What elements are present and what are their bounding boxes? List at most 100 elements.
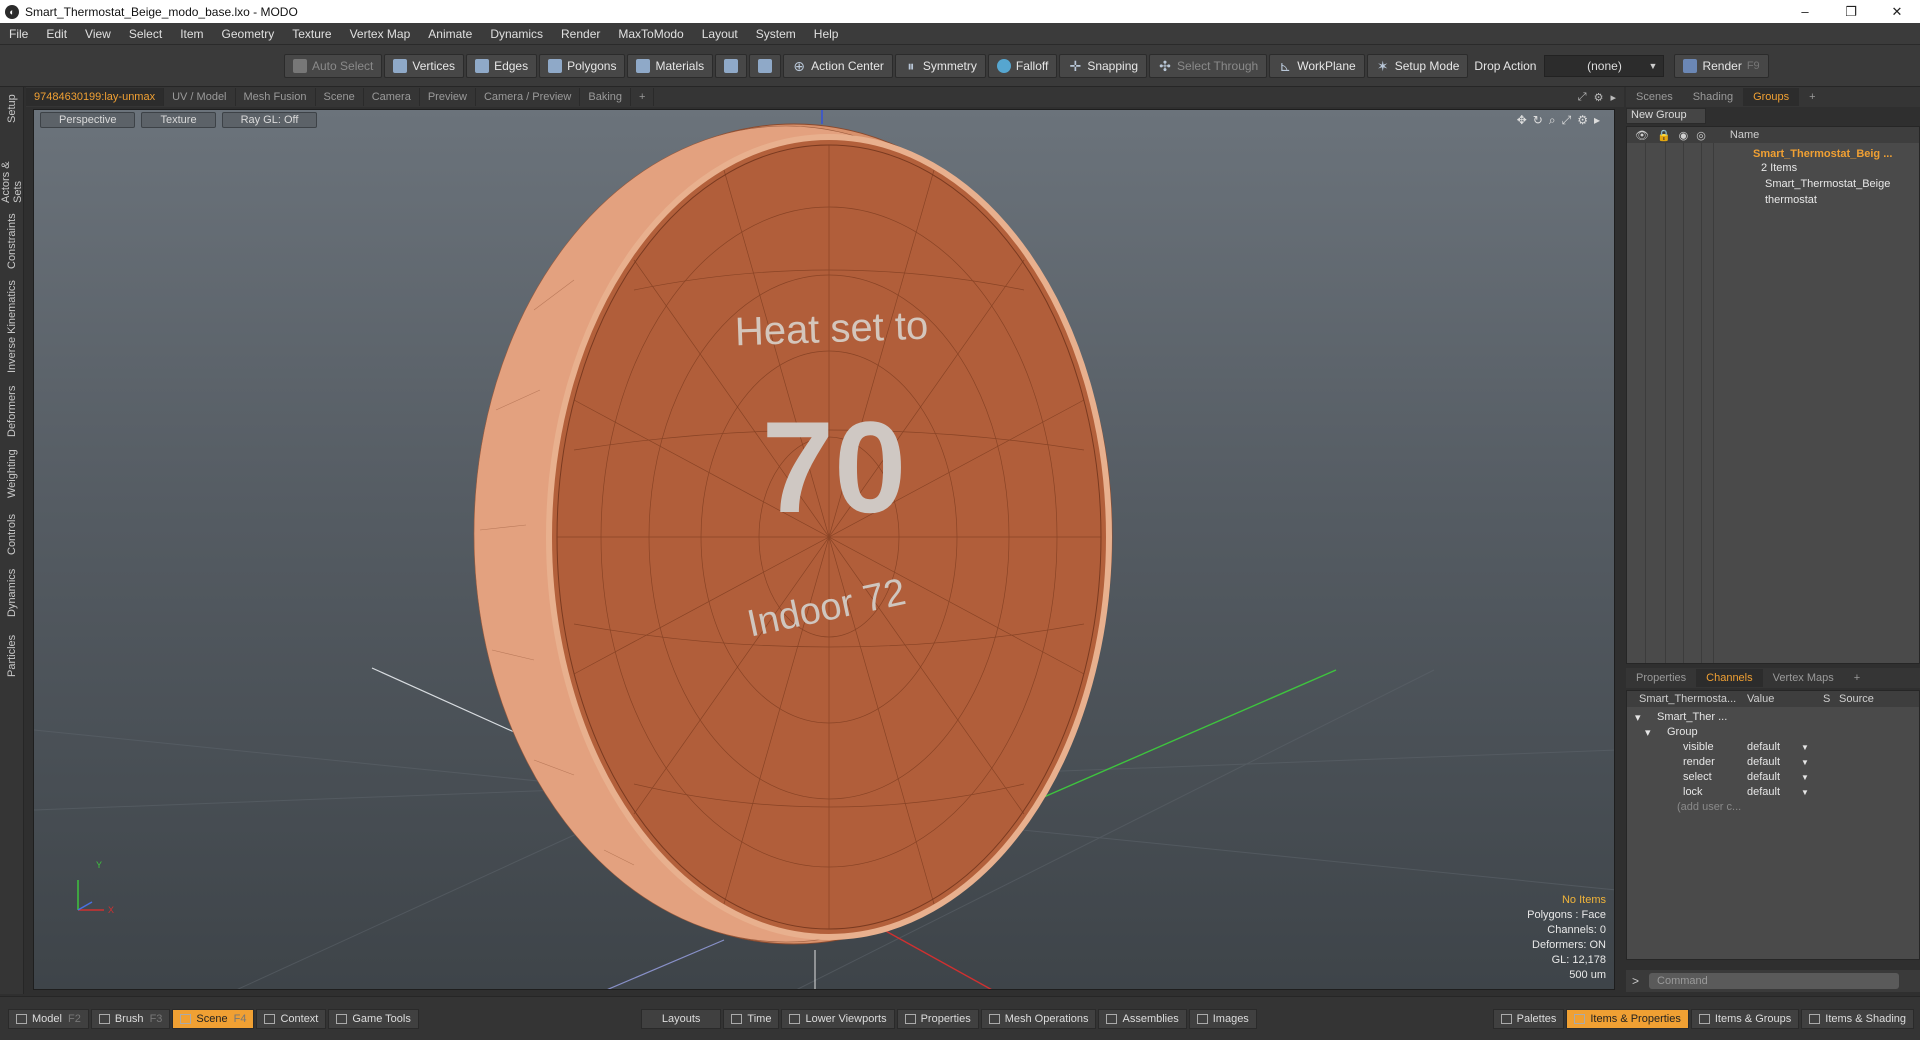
items-properties-button[interactable]: Items & Properties	[1566, 1008, 1689, 1029]
tab-scene[interactable]: Scene	[316, 88, 364, 106]
channel-value[interactable]: default	[1747, 771, 1780, 783]
menu-texture[interactable]: Texture	[283, 27, 340, 41]
new-group-button[interactable]: New Group	[1626, 108, 1706, 124]
chevron-down-icon[interactable]: ▼	[1801, 788, 1809, 797]
palettes-button[interactable]: Palettes	[1492, 1008, 1565, 1029]
images-button[interactable]: Images	[1188, 1008, 1257, 1029]
viewport-gear-icon[interactable]: ⚙	[1577, 113, 1588, 128]
group-child-row[interactable]: Smart_Thermostat_Beige	[1627, 175, 1920, 192]
pivot-mode-button[interactable]	[749, 53, 782, 78]
zoom-icon[interactable]: ⌕	[1549, 113, 1556, 128]
channel-value[interactable]: default	[1747, 756, 1780, 768]
menu-render[interactable]: Render	[552, 27, 609, 41]
left-tab-controls[interactable]: Controls	[3, 511, 21, 559]
group-child-row[interactable]: thermostat	[1627, 191, 1920, 208]
tab-shading[interactable]: Shading	[1683, 88, 1743, 106]
tab-camera[interactable]: Camera	[364, 88, 420, 106]
select-through-button[interactable]: ✣ Select Through	[1149, 53, 1268, 78]
arrow-right-icon[interactable]: ▸	[1610, 91, 1616, 104]
left-tab-inverse-kinematics[interactable]: Inverse Kinematics	[3, 279, 21, 375]
menu-view[interactable]: View	[76, 27, 120, 41]
tab-baking[interactable]: Baking	[580, 88, 632, 106]
left-tab-particles[interactable]: Particles	[3, 629, 21, 683]
tab-layout-current[interactable]: 97484630199:lay-unmax	[26, 88, 165, 106]
menu-layout[interactable]: Layout	[693, 27, 747, 41]
left-tab-setup[interactable]: Setup	[3, 91, 21, 127]
menu-help[interactable]: Help	[805, 27, 848, 41]
lower-viewports-button[interactable]: Lower Viewports	[781, 1008, 895, 1029]
add-user-channel-row[interactable]: (add user c...	[1627, 799, 1920, 816]
mode-game-tools-button[interactable]: Game Tools	[328, 1008, 419, 1029]
mode-scene-button[interactable]: Scene F4	[172, 1008, 255, 1029]
snapping-button[interactable]: ✛ Snapping	[1059, 53, 1148, 78]
mesh-operations-button[interactable]: Mesh Operations	[980, 1008, 1097, 1029]
chevron-down-icon[interactable]: ▼	[1801, 773, 1809, 782]
polygons-button[interactable]: Polygons	[539, 53, 626, 78]
perspective-dropdown[interactable]: Perspective	[40, 112, 136, 128]
viewport-arrow-icon[interactable]: ▸	[1594, 113, 1600, 128]
menu-item[interactable]: Item	[171, 27, 212, 41]
layouts-button[interactable]: Layouts	[640, 1008, 722, 1029]
tab-groups[interactable]: Groups	[1743, 88, 1800, 106]
menu-maxtomodo[interactable]: MaxToModo	[609, 27, 692, 41]
symmetry-button[interactable]: ⏸ Symmetry	[894, 53, 986, 78]
chevron-down-icon[interactable]: ▼	[1801, 743, 1809, 752]
auto-select-button[interactable]: Auto Select	[284, 53, 383, 78]
menu-system[interactable]: System	[747, 27, 805, 41]
menu-file[interactable]: File	[0, 27, 37, 41]
left-tab-constraints[interactable]: Constraints	[3, 211, 21, 271]
pan-icon[interactable]: ✥	[1517, 113, 1527, 128]
menu-animate[interactable]: Animate	[419, 27, 481, 41]
expand-icon[interactable]: ⤢	[1578, 91, 1587, 104]
left-tab-weighting[interactable]: Weighting	[3, 445, 21, 503]
3d-viewport[interactable]: Heat set to 70 Indoor 72 Y X Perspective…	[33, 109, 1615, 990]
time-button[interactable]: Time	[723, 1008, 780, 1029]
channel-value[interactable]: default	[1747, 741, 1780, 753]
materials-button[interactable]: Materials	[627, 53, 714, 78]
tab-camera-preview[interactable]: Camera / Preview	[476, 88, 581, 106]
items-groups-button[interactable]: Items & Groups	[1690, 1008, 1800, 1029]
channel-value[interactable]: default	[1747, 786, 1780, 798]
mode-model-button[interactable]: Model F2	[8, 1008, 89, 1029]
menu-select[interactable]: Select	[120, 27, 171, 41]
left-tab-dynamics[interactable]: Dynamics	[3, 565, 21, 621]
left-tab-actors-sets[interactable]: Actors & Sets	[0, 137, 24, 203]
falloff-button[interactable]: Falloff	[987, 53, 1058, 78]
drop-action-dropdown[interactable]: (none) ▼	[1544, 54, 1665, 77]
render-button[interactable]: Render F9	[1674, 53, 1769, 78]
menu-edit[interactable]: Edit	[37, 27, 76, 41]
tab-preview[interactable]: Preview	[420, 88, 476, 106]
tab-channels[interactable]: Channels	[1696, 669, 1763, 687]
mode-brush-button[interactable]: Brush F3	[90, 1008, 171, 1029]
vertices-button[interactable]: Vertices	[384, 53, 465, 78]
gear-icon[interactable]: ⚙	[1594, 91, 1604, 104]
items-shading-button[interactable]: Items & Shading	[1801, 1008, 1914, 1029]
thermostat-model[interactable]: Heat set to 70 Indoor 72	[473, 123, 1113, 945]
maximize-button[interactable]: ❐	[1828, 0, 1874, 23]
edges-button[interactable]: Edges	[466, 53, 538, 78]
command-input[interactable]: Command	[1649, 973, 1900, 989]
menu-vertex-map[interactable]: Vertex Map	[341, 27, 420, 41]
menu-dynamics[interactable]: Dynamics	[481, 27, 552, 41]
chevron-down-icon[interactable]: ▼	[1801, 758, 1809, 767]
minimize-button[interactable]: –	[1782, 0, 1828, 23]
tab-properties[interactable]: Properties	[1626, 669, 1696, 687]
tab-add[interactable]: +	[631, 88, 655, 106]
setup-mode-button[interactable]: ✶ Setup Mode	[1366, 53, 1469, 78]
properties-button[interactable]: Properties	[896, 1008, 979, 1029]
texture-dropdown[interactable]: Texture	[141, 112, 216, 128]
tab-add-channels[interactable]: +	[1844, 669, 1870, 687]
item-mode-button[interactable]	[715, 53, 748, 78]
fit-icon[interactable]: ⤢	[1562, 113, 1572, 128]
left-tab-deformers[interactable]: Deformers	[3, 383, 21, 439]
workplane-button[interactable]: ⊾ WorkPlane	[1269, 53, 1365, 78]
tab-uv-model[interactable]: UV / Model	[164, 88, 236, 106]
tab-mesh-fusion[interactable]: Mesh Fusion	[236, 88, 316, 106]
tab-add-right[interactable]: +	[1799, 88, 1825, 106]
close-button[interactable]: ✕	[1874, 0, 1920, 23]
tab-vertex-maps[interactable]: Vertex Maps	[1763, 669, 1844, 687]
rotate-icon[interactable]: ↻	[1533, 113, 1543, 128]
action-center-button[interactable]: ⊕ Action Center	[783, 53, 893, 78]
tab-scenes[interactable]: Scenes	[1626, 88, 1683, 106]
raygl-dropdown[interactable]: Ray GL: Off	[221, 112, 318, 128]
